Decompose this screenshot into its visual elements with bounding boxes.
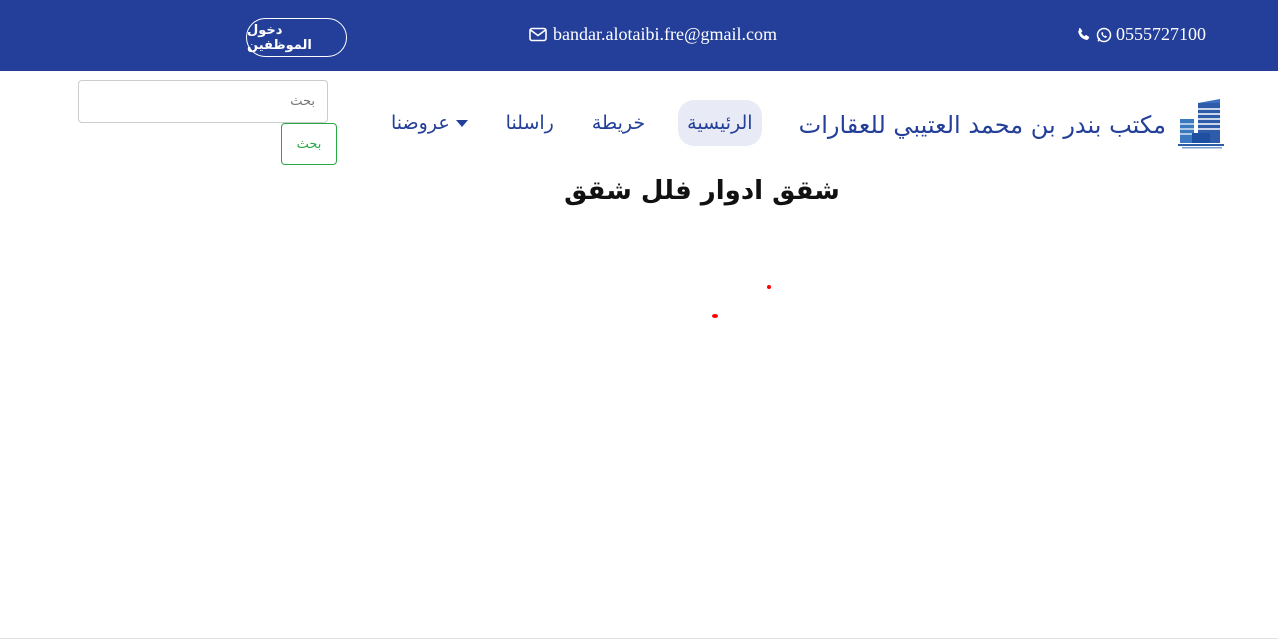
email-contact[interactable]: bandar.alotaibi.fre@gmail.com [529,24,777,45]
envelope-icon [529,27,547,42]
nav-item-offers-dropdown[interactable]: عروضنا [382,100,477,146]
nav-item-home[interactable]: الرئيسية [678,100,762,146]
whatsapp-icon [1096,27,1112,43]
email-address: bandar.alotaibi.fre@gmail.com [553,24,777,44]
main-navbar: مكتب بندر بن محمد العتيبي للعقارات الرئي… [0,71,1278,171]
staff-login-button[interactable]: دخول الموظفين [246,18,347,57]
caret-down-icon [455,119,468,127]
building-logo-icon [1174,99,1226,151]
page-title: شقق ادوار فلل شقق [564,176,840,206]
phone-contact[interactable]: 0555727100 [1076,24,1206,45]
brand-name: مكتب بندر بن محمد العتيبي للعقارات [798,111,1166,139]
phone-number: 0555727100 [1116,24,1206,44]
search-input[interactable] [78,80,328,123]
map-marker-dot [767,285,771,289]
nav-item-offers-label: عروضنا [391,112,450,134]
page-divider [0,638,1278,639]
map-marker-dot [712,314,718,318]
phone-icon [1076,27,1092,43]
search-button[interactable]: بحث [281,123,337,165]
nav-item-contact[interactable]: راسلنا [497,100,563,146]
top-contact-bar: 0555727100 bandar.alotaibi.fre@gmail.com… [0,0,1278,71]
nav-links: الرئيسية خريطة راسلنا عروضنا [362,96,762,150]
brand[interactable]: مكتب بندر بن محمد العتيبي للعقارات [799,99,1226,151]
nav-item-map[interactable]: خريطة [583,100,654,146]
